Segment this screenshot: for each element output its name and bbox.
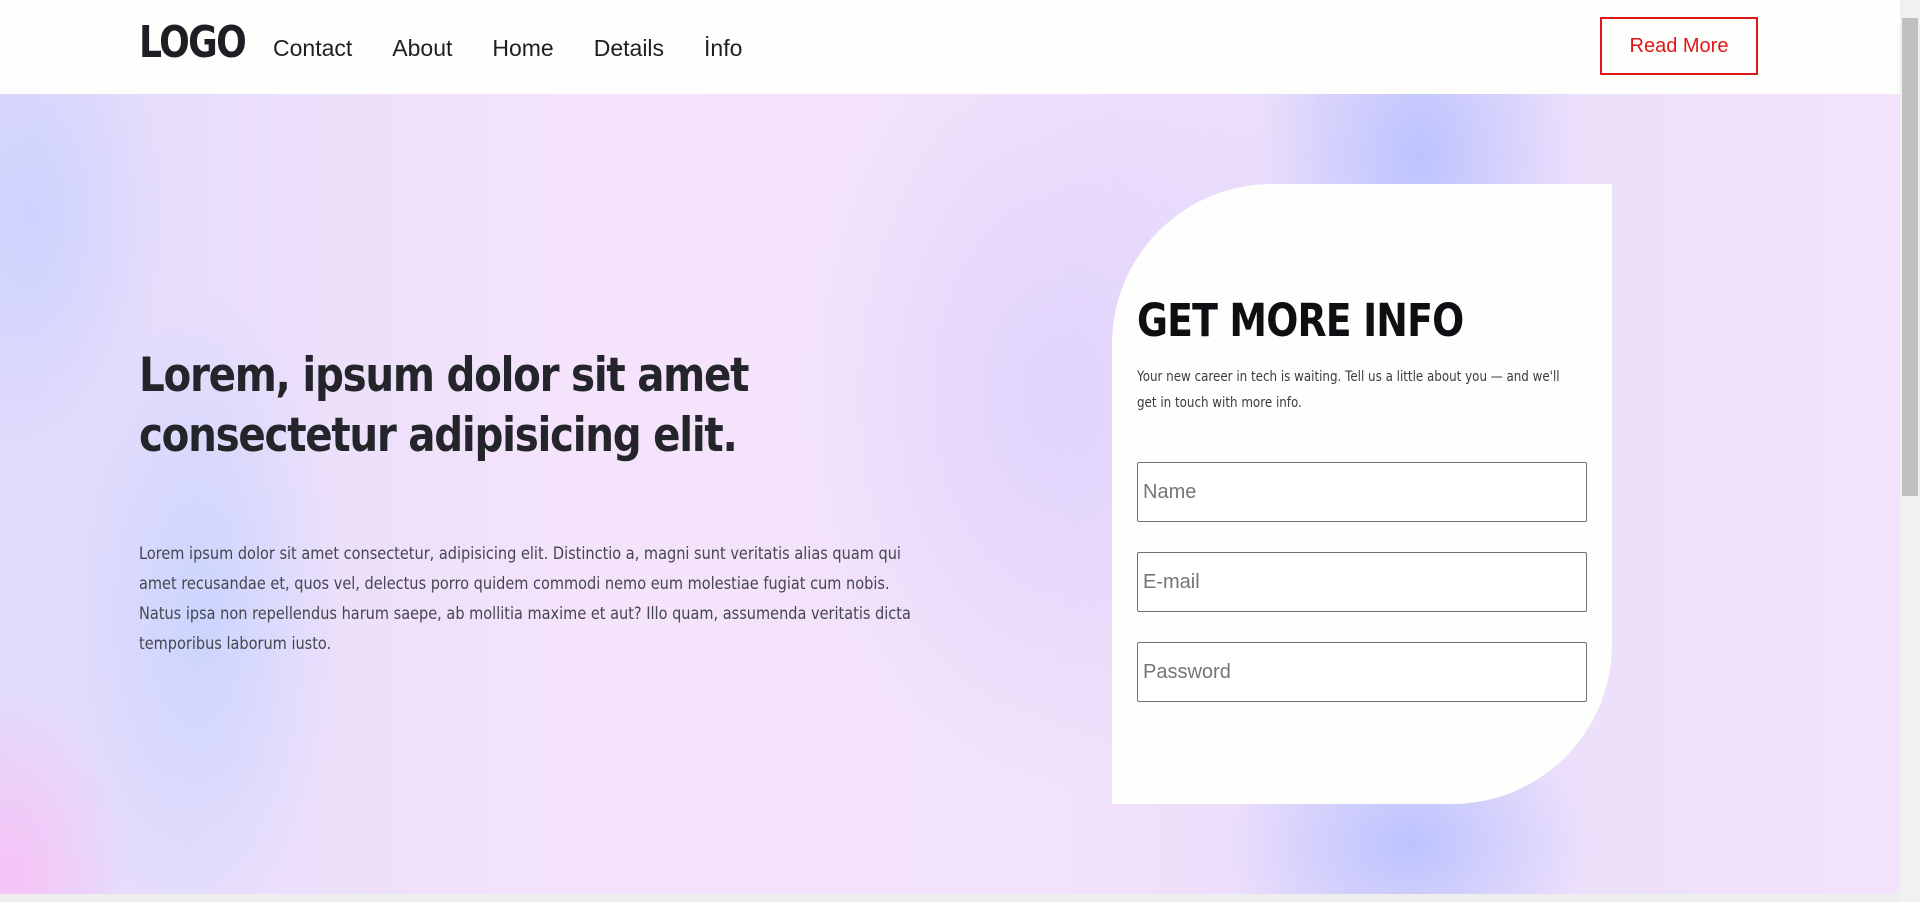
site-header: LOGO Contact About Home Details İnfo Rea…: [0, 0, 1900, 94]
main-nav: Contact About Home Details İnfo: [273, 34, 782, 62]
nav-item-info[interactable]: İnfo: [704, 34, 742, 62]
read-more-button[interactable]: Read More: [1600, 17, 1758, 75]
nav-item-details[interactable]: Details: [594, 34, 664, 62]
nav-item-about[interactable]: About: [392, 34, 452, 62]
vertical-scrollbar[interactable]: [1900, 0, 1920, 902]
logo[interactable]: LOGO: [139, 17, 247, 68]
page-bottom-strip: [0, 894, 1900, 902]
info-form-card: GET MORE INFO Your new career in tech is…: [1112, 184, 1612, 804]
form-title: GET MORE INFO: [1137, 294, 1464, 347]
nav-item-home[interactable]: Home: [492, 34, 553, 62]
password-input[interactable]: [1137, 642, 1587, 702]
hero-section: Lorem, ipsum dolor sit amet consectetur …: [0, 94, 1900, 894]
page: LOGO Contact About Home Details İnfo Rea…: [0, 0, 1900, 902]
form-description: Your new career in tech is waiting. Tell…: [1137, 369, 1560, 411]
nav-item-contact[interactable]: Contact: [273, 34, 352, 62]
hero-body-text: Lorem ipsum dolor sit amet consectetur, …: [139, 544, 911, 653]
hero-title: Lorem, ipsum dolor sit amet consectetur …: [139, 348, 749, 463]
scrollbar-thumb[interactable]: [1902, 18, 1918, 496]
name-input[interactable]: [1137, 462, 1587, 522]
email-input[interactable]: [1137, 552, 1587, 612]
